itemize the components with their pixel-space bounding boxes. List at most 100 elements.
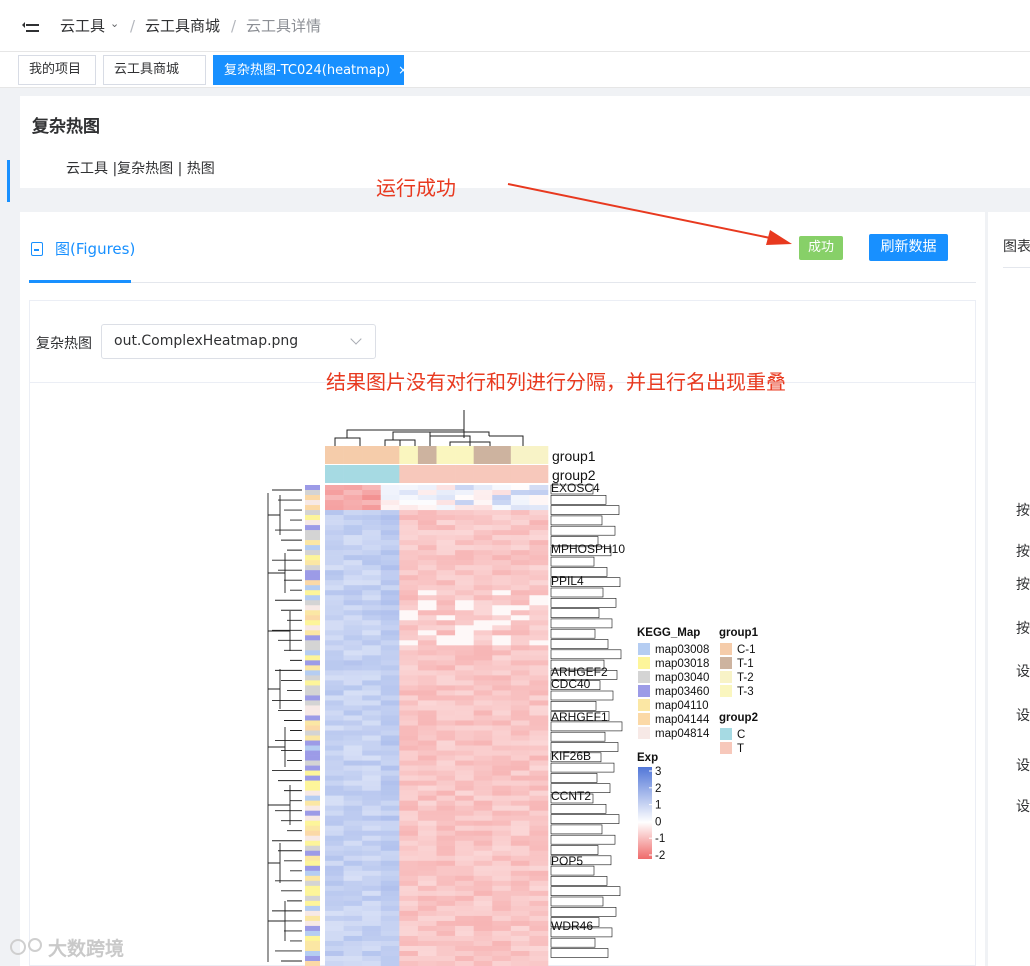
- heatmap-cell: [417, 675, 437, 681]
- group1-annotation-cell: [417, 446, 437, 464]
- heatmap-cell: [417, 775, 437, 781]
- heatmap-cell: [436, 740, 456, 746]
- heatmap-cell: [473, 655, 493, 661]
- heatmap-cell: [529, 885, 549, 892]
- heatmap-cell: [399, 535, 419, 541]
- heatmap-cell: [343, 805, 363, 811]
- heatmap-cell: [417, 845, 437, 852]
- heatmap-cell: [510, 570, 530, 576]
- heatmap-cell: [510, 640, 530, 646]
- heatmap-cell: [492, 935, 512, 942]
- heatmap-cell: [436, 710, 456, 716]
- heatmap-cell: [399, 645, 419, 651]
- heatmap-cell: [473, 775, 493, 781]
- heatmap-cell: [529, 630, 549, 636]
- heatmap-cell: [510, 700, 530, 706]
- kegg-annotation-cell: [305, 700, 320, 706]
- heatmap-cell: [473, 915, 493, 922]
- heatmap-cell: [473, 765, 493, 771]
- heatmap-cell: [529, 830, 549, 837]
- heatmap-cell: [473, 700, 493, 706]
- heatmap-cell: [399, 510, 419, 516]
- group1-annotation-label: group1: [552, 448, 596, 464]
- heatmap-cell: [510, 820, 530, 827]
- heatmap-cell: [399, 810, 419, 816]
- heatmap-cell: [399, 655, 419, 661]
- kegg-annotation-cell: [305, 765, 320, 771]
- heatmap-cell: [343, 870, 363, 877]
- heatmap-cell: [325, 750, 344, 756]
- heatmap-cell: [510, 735, 530, 741]
- heatmap-cell: [417, 815, 437, 821]
- heatmap-cell: [380, 765, 400, 771]
- heatmap-cell: [380, 515, 400, 521]
- heatmap-cell: [492, 770, 512, 776]
- heatmap-cell: [343, 910, 363, 917]
- row-dendrogram: [267, 489, 302, 962]
- group2-annotation-cell: [325, 465, 344, 483]
- heatmap-cell: [343, 785, 363, 791]
- heatmap-cell: [436, 605, 456, 611]
- group1-legend-swatch: [720, 685, 732, 697]
- heatmap-cell: [510, 745, 530, 751]
- heatmap-cell: [343, 735, 363, 741]
- heatmap-cell: [492, 805, 512, 811]
- heatmap-cell: [399, 760, 419, 766]
- heatmap-cell: [510, 575, 530, 581]
- heatmap-cell: [436, 610, 456, 616]
- heatmap-cell: [399, 830, 419, 837]
- heatmap-cell: [399, 915, 419, 922]
- heatmap-cell: [380, 790, 400, 796]
- heatmap-cell: [417, 685, 437, 691]
- kegg-legend-label: map04814: [655, 728, 710, 740]
- heatmap-cell: [417, 905, 437, 912]
- heatmap-cell: [455, 940, 474, 947]
- heatmap-cell: [529, 760, 549, 766]
- heatmap-cell: [455, 720, 474, 726]
- heatmap-cell: [455, 785, 474, 791]
- heatmap-cell: [529, 715, 549, 721]
- heatmap-cell: [362, 605, 382, 611]
- heatmap-cell: [399, 675, 419, 681]
- heatmap-cell: [436, 535, 456, 541]
- exp-color-bar: [638, 767, 652, 859]
- heatmap-cell: [455, 585, 474, 591]
- heatmap-cell: [492, 730, 512, 736]
- heatmap-cell: [343, 550, 363, 556]
- heatmap-cell: [436, 500, 456, 506]
- heatmap-cell: [343, 720, 363, 726]
- heatmap-cell: [510, 785, 530, 791]
- heatmap-cell: [455, 795, 474, 801]
- heatmap-cell: [343, 650, 363, 656]
- kegg-annotation-cell: [305, 640, 320, 646]
- heatmap-cell: [473, 495, 493, 501]
- heatmap-cell: [473, 890, 493, 897]
- exp-tick-label: 0: [655, 816, 661, 828]
- heatmap-cell: [529, 725, 549, 731]
- group1-annotation-cell: [492, 446, 512, 464]
- heatmap-cell: [399, 565, 419, 571]
- heatmap-cell: [529, 720, 549, 726]
- heatmap-cell: [473, 955, 493, 962]
- heatmap-cell: [436, 765, 456, 771]
- heatmap-cell: [455, 520, 474, 526]
- heatmap-cell: [325, 925, 344, 932]
- heatmap-cell: [362, 755, 382, 761]
- heatmap-cell: [362, 825, 382, 832]
- group2-legend-label: T: [737, 743, 744, 755]
- heatmap-cell: [362, 900, 382, 907]
- heatmap-cell: [325, 735, 344, 741]
- heatmap-cell: [417, 805, 437, 811]
- heatmap-cell: [399, 745, 419, 751]
- heatmap-cell: [473, 520, 493, 526]
- heatmap-cell: [380, 735, 400, 741]
- heatmap-cell: [325, 650, 344, 656]
- heatmap-cell: [362, 660, 382, 666]
- heatmap-cell: [473, 905, 493, 912]
- heatmap-cell: [529, 845, 549, 852]
- heatmap-cell: [417, 875, 437, 882]
- heatmap-cell: [343, 865, 363, 872]
- heatmap-cell: [473, 610, 493, 616]
- heatmap-cell: [473, 500, 493, 506]
- exp-tick-label: -2: [655, 850, 665, 862]
